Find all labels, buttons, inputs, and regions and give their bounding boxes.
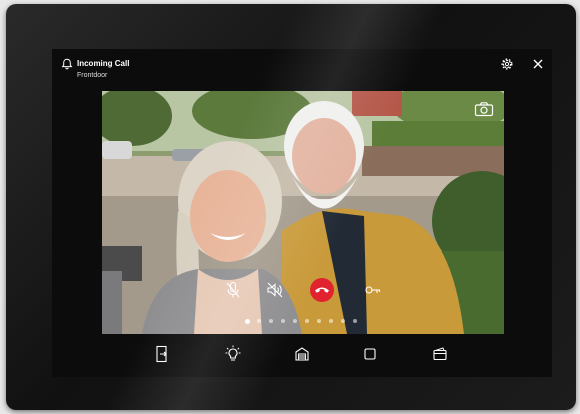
key-icon[interactable]	[364, 282, 382, 298]
wallet-icon[interactable]	[432, 345, 448, 363]
video-feed	[102, 91, 504, 334]
page-dot[interactable]	[341, 319, 345, 323]
door-opener-icon[interactable]	[154, 345, 170, 363]
page-dot[interactable]	[293, 319, 297, 323]
garage-icon[interactable]	[294, 345, 310, 363]
page-dot[interactable]	[281, 319, 285, 323]
page-dot[interactable]	[353, 319, 357, 323]
hangup-button[interactable]	[310, 278, 334, 302]
gear-icon[interactable]	[500, 57, 514, 71]
bottom-toolbar	[52, 339, 552, 377]
bell-icon	[61, 58, 73, 70]
call-controls	[102, 91, 504, 334]
page-dot[interactable]	[305, 319, 309, 323]
screen: Incoming Call Frontdoor	[52, 49, 552, 377]
light-icon[interactable]	[225, 345, 241, 363]
page-dot[interactable]	[317, 319, 321, 323]
page-dot[interactable]	[269, 319, 273, 323]
call-header: Incoming Call Frontdoor	[52, 49, 552, 89]
page-dot[interactable]	[257, 319, 261, 323]
speaker-off-icon[interactable]	[266, 281, 284, 299]
intercom-device: Incoming Call Frontdoor	[6, 4, 576, 410]
page-dot[interactable]	[245, 318, 250, 324]
page-dot[interactable]	[329, 319, 333, 323]
page-indicator	[102, 318, 504, 325]
call-source: Frontdoor	[77, 72, 108, 79]
call-title: Incoming Call	[77, 59, 130, 68]
close-icon[interactable]	[531, 57, 545, 71]
phone-hangup-icon	[315, 287, 329, 293]
mic-off-icon[interactable]	[225, 281, 241, 299]
square-icon[interactable]	[362, 345, 378, 363]
